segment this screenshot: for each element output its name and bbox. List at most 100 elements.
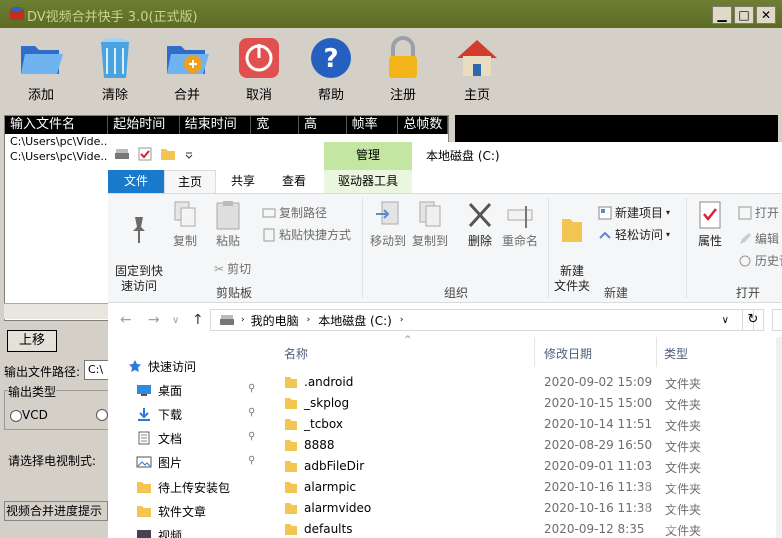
- close-button[interactable]: ✕: [756, 6, 776, 24]
- move-up-button[interactable]: 上移: [7, 330, 57, 352]
- nav-item[interactable]: 下载: [136, 403, 182, 425]
- new-folder-button[interactable]: 新建 文件夹: [552, 200, 592, 294]
- easy-access-button[interactable]: 轻松访问 ▾: [598, 226, 670, 243]
- forward-arrow-icon[interactable]: →: [148, 312, 160, 328]
- tab-view[interactable]: 查看: [270, 170, 318, 193]
- breadcrumb-drive[interactable]: 本地磁盘 (C:): [318, 312, 392, 329]
- copy-path-button[interactable]: 复制路径: [262, 204, 327, 221]
- clear-button[interactable]: 清除: [82, 34, 148, 108]
- col-framerate[interactable]: 帧率: [347, 116, 399, 134]
- chevron-down-icon[interactable]: [184, 147, 194, 161]
- manage-context-tab[interactable]: 管理: [324, 142, 412, 170]
- copy-button[interactable]: 复制: [168, 200, 202, 249]
- vcd-radio[interactable]: VCD: [10, 408, 48, 422]
- nav-item-label: 待上传安装包: [158, 480, 231, 495]
- group-new-label: 新建: [604, 286, 629, 300]
- col-input-file[interactable]: 输入文件名: [5, 116, 109, 134]
- tab-home[interactable]: 主页: [164, 170, 216, 193]
- folder-icon: [285, 398, 297, 409]
- star-icon: [128, 359, 142, 373]
- nav-item[interactable]: 视频: [136, 524, 182, 538]
- copy-to-label: 复制到: [411, 234, 448, 248]
- col-end-time[interactable]: 结束时间: [180, 116, 252, 134]
- clear-label: 清除: [101, 88, 128, 103]
- merge-button[interactable]: 合并: [154, 34, 220, 108]
- col-height[interactable]: 高: [299, 116, 347, 134]
- recent-chevron-icon[interactable]: ∨: [172, 315, 179, 326]
- document-icon: [136, 431, 152, 445]
- open-button[interactable]: 打开: [738, 204, 779, 221]
- rename-button[interactable]: 重命名: [500, 200, 540, 249]
- minimize-button[interactable]: ▁: [712, 6, 732, 24]
- file-type: 文件夹: [665, 377, 702, 391]
- svg-text:?: ?: [323, 44, 338, 74]
- output-type-radio[interactable]: [96, 407, 108, 421]
- col-modified[interactable]: 修改日期: [544, 345, 592, 362]
- pin-quick-access-button[interactable]: 固定到快 速访问: [114, 200, 164, 294]
- dropdown-arrow-icon: ▾: [666, 230, 671, 239]
- file-name: alarmvideo: [304, 501, 372, 515]
- folder-icon: [285, 419, 297, 430]
- drive-icon[interactable]: [114, 147, 130, 161]
- nav-item[interactable]: 软件文章: [136, 500, 206, 522]
- paste-shortcut-button[interactable]: 粘贴快捷方式: [262, 226, 351, 243]
- col-type[interactable]: 类型: [664, 345, 688, 362]
- pin-icon[interactable]: ⚲: [248, 407, 255, 418]
- tab-drive-tools[interactable]: 驱动器工具: [324, 170, 412, 193]
- back-arrow-icon[interactable]: ←: [120, 312, 132, 328]
- col-name[interactable]: 名称: [284, 345, 308, 362]
- file-name: alarmpic: [304, 480, 357, 494]
- paste-button[interactable]: 粘贴: [210, 200, 246, 249]
- maximize-button[interactable]: □: [734, 6, 754, 24]
- search-input[interactable]: [772, 309, 782, 331]
- history-button[interactable]: 历史记: [738, 252, 782, 269]
- pin-icon[interactable]: ⚲: [248, 455, 255, 466]
- register-label: 注册: [389, 88, 416, 103]
- cut-button[interactable]: ✂ 剪切: [214, 260, 251, 277]
- up-arrow-icon[interactable]: ↑: [192, 312, 204, 328]
- download-icon: [136, 407, 152, 421]
- file-row[interactable]: .android 2020-09-02 15:09 文件夹: [284, 372, 782, 393]
- file-modified: 2020-09-12 8:35: [544, 522, 645, 536]
- nav-item[interactable]: 待上传安装包: [136, 476, 230, 498]
- properties-button[interactable]: 属性: [692, 200, 728, 249]
- address-bar[interactable]: › 我的电脑 › 本地磁盘 (C:) › ∨: [210, 309, 754, 331]
- nav-item[interactable]: 快速访问: [128, 355, 196, 377]
- breadcrumb-pc[interactable]: 我的电脑: [251, 312, 299, 329]
- pin-icon[interactable]: ⚲: [248, 431, 255, 442]
- col-total-frames[interactable]: 总帧数: [398, 116, 448, 134]
- ribbon-tabs: 文件 主页 共享 查看 驱动器工具: [108, 170, 782, 193]
- register-button[interactable]: 注册: [370, 34, 436, 108]
- file-row[interactable]: _skplog 2020-10-15 15:00 文件夹: [284, 393, 782, 414]
- properties-check-icon[interactable]: [138, 147, 152, 161]
- delete-button[interactable]: 删除: [462, 200, 498, 249]
- nav-item-label: 文档: [158, 431, 183, 446]
- copy-path-label: 复制路径: [279, 206, 328, 220]
- tab-file[interactable]: 文件: [108, 170, 164, 193]
- file-type: 文件夹: [665, 440, 702, 454]
- move-to-button[interactable]: 移动到: [366, 200, 410, 249]
- help-button[interactable]: ? 帮助: [298, 34, 364, 108]
- nav-item[interactable]: 桌面: [136, 379, 182, 401]
- copy-label: 复制: [172, 234, 197, 248]
- new-item-button[interactable]: 新建项目 ▾: [598, 204, 670, 221]
- add-button[interactable]: 添加: [8, 34, 74, 108]
- new-folder-icon[interactable]: [160, 147, 176, 161]
- file-row[interactable]: 8888 2020-08-29 16:50 文件夹: [284, 435, 782, 456]
- file-row[interactable]: _tcbox 2020-10-14 11:51 文件夹: [284, 414, 782, 435]
- nav-item[interactable]: 图片: [136, 451, 182, 473]
- col-width[interactable]: 宽: [251, 116, 299, 134]
- edit-button[interactable]: 编辑: [738, 230, 779, 247]
- refresh-button[interactable]: ↻: [742, 309, 764, 331]
- pin-icon[interactable]: ⚲: [248, 383, 255, 394]
- properties-label: 属性: [697, 234, 722, 248]
- address-dropdown-icon[interactable]: ∨: [722, 315, 729, 326]
- cancel-button[interactable]: 取消: [226, 34, 292, 108]
- home-button[interactable]: 主页: [444, 34, 510, 108]
- quick-access-toolbar: [114, 147, 194, 161]
- nav-item[interactable]: 文档: [136, 427, 182, 449]
- tab-share[interactable]: 共享: [220, 170, 266, 193]
- col-start-time[interactable]: 起始时间: [108, 116, 180, 134]
- copy-to-button[interactable]: 复制到: [408, 200, 452, 249]
- nav-item-label: 桌面: [158, 383, 183, 398]
